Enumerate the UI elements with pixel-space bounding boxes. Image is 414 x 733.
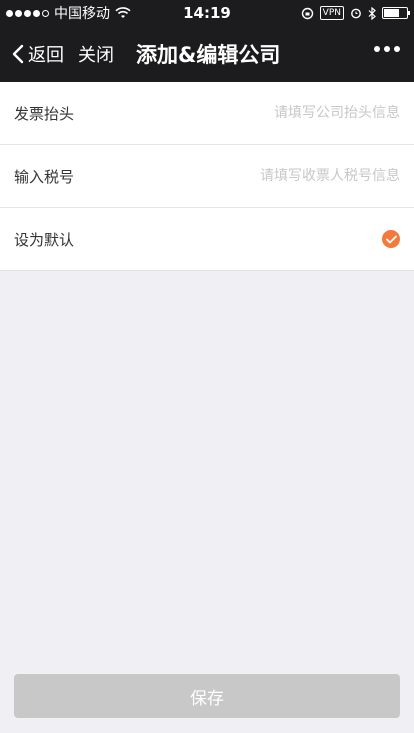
tax-number-row: 输入税号 [0,145,414,208]
rotation-lock-icon [301,7,313,19]
invoice-header-row: 发票抬头 [0,82,414,145]
invoice-header-label: 发票抬头 [14,104,75,123]
more-dot-icon [374,46,380,52]
checkmark-icon [385,235,397,243]
status-left: 中国移动 [6,3,131,23]
back-label: 返回 [28,45,64,66]
set-default-label: 设为默认 [14,230,75,249]
page-title: 添加&编辑公司 [136,43,281,67]
company-form: 发票抬头 输入税号 设为默认 [0,82,414,271]
carrier-name: 中国移动 [54,6,110,22]
set-default-row[interactable]: 设为默认 [0,208,414,271]
back-button[interactable]: 返回 [0,41,64,67]
close-button[interactable]: 关闭 [78,41,114,67]
battery-icon [382,7,410,19]
vpn-badge: VPN [319,6,344,20]
more-dot-icon [384,46,390,52]
status-time: 14:19 [183,4,231,22]
save-button[interactable]: 保存 [14,674,400,718]
more-options-button[interactable] [374,46,400,52]
invoice-header-input[interactable] [170,105,400,121]
status-bar: 中国移动 14:19 VPN [0,0,414,26]
chevron-left-icon [12,44,24,64]
alarm-icon [351,8,361,19]
more-dot-icon [394,46,400,52]
bluetooth-icon [368,6,376,20]
nav-bar: 返回 关闭 添加&编辑公司 [0,26,414,82]
tax-number-label: 输入税号 [14,167,75,186]
tax-number-input[interactable] [170,168,400,184]
status-right: VPN [301,6,410,20]
default-checkbox[interactable] [382,230,400,248]
wifi-icon [115,7,131,18]
signal-strength-icon [6,9,49,17]
